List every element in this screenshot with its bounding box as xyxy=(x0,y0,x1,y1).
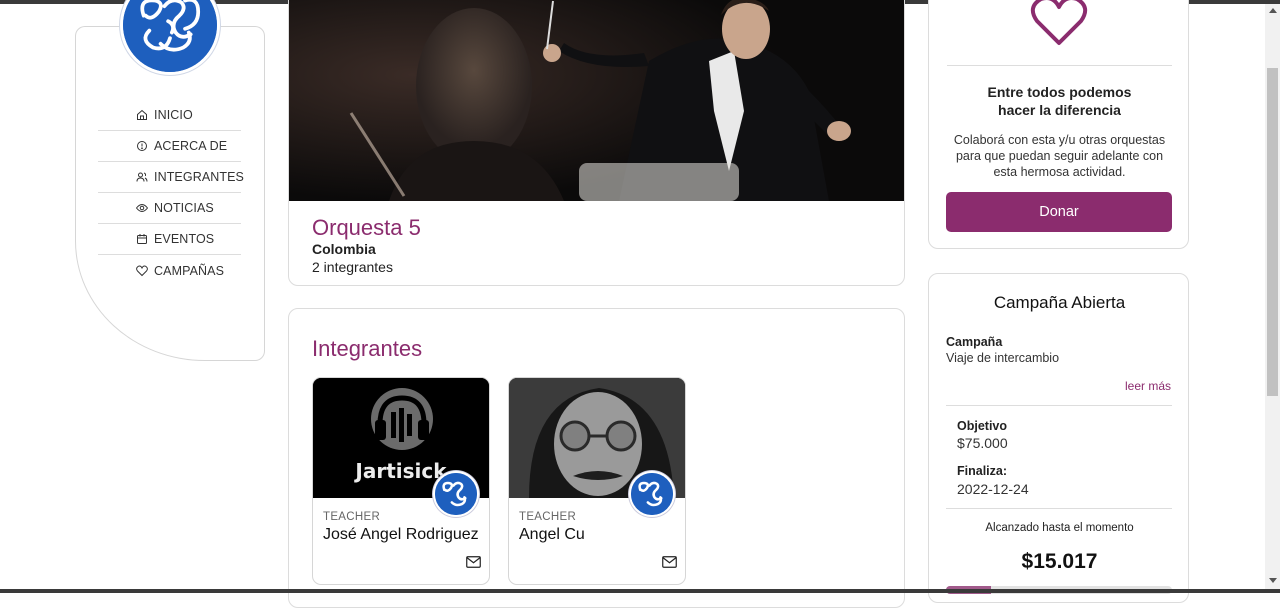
read-more-link[interactable]: leer más xyxy=(1125,379,1171,393)
member-card[interactable]: Jartisick TEACHER José Angel Rodriguez xyxy=(312,377,490,585)
campaign-title: Campaña Abierta xyxy=(993,293,1126,312)
member-name: Angel Cu xyxy=(519,526,585,543)
orchestra-badge-icon xyxy=(629,471,675,517)
mail-icon[interactable] xyxy=(466,556,481,568)
orchestra-hero-card: Orquesta 5 Colombia 2 integrantes xyxy=(288,0,905,286)
scroll-up-arrow-icon[interactable] xyxy=(1269,8,1277,13)
donate-heading: Entre todos podemos hacer la diferencia xyxy=(947,83,1172,119)
sidebar-item-integrantes[interactable]: INTEGRANTES xyxy=(98,162,244,193)
sidebar-item-label: NOTICIAS xyxy=(154,201,214,215)
member-photo-text: Jartisick xyxy=(353,459,447,483)
end-date-label: Finaliza: xyxy=(957,464,1008,478)
scroll-thumb[interactable] xyxy=(1267,68,1278,396)
sidebar-item-eventos[interactable]: EVENTOS xyxy=(98,224,241,255)
sidebar-item-inicio[interactable]: INICIO xyxy=(98,100,241,131)
orchestra-name: Orquesta 5 xyxy=(312,215,421,240)
window-bottom-bar xyxy=(0,589,1280,593)
heart-icon xyxy=(136,265,148,276)
donate-heading-line1: Entre todos podemos xyxy=(987,84,1132,100)
member-role: TEACHER xyxy=(323,511,381,523)
sidebar-nav: INICIO ACERCA DE INTEGRANTES NOTICIAS EV… xyxy=(98,100,244,286)
campaign-card: Campaña Abierta Campaña Viaje de interca… xyxy=(928,273,1189,603)
end-date-value: 2022-12-24 xyxy=(957,481,1029,497)
sidebar-item-label: ACERCA DE xyxy=(154,139,228,153)
sidebar-item-campanas[interactable]: CAMPAÑAS xyxy=(98,255,241,286)
calendar-icon xyxy=(137,234,147,244)
members-title: Integrantes xyxy=(312,336,423,361)
sidebar-item-label: INICIO xyxy=(154,108,193,122)
reached-value: $15.017 xyxy=(1021,550,1098,573)
members-section: Integrantes Jartisick TEACHER José Angel… xyxy=(288,308,905,608)
sidebar-item-label: CAMPAÑAS xyxy=(154,263,225,278)
heart-icon xyxy=(1030,0,1088,45)
member-name: José Angel Rodriguez xyxy=(323,526,479,543)
donate-button[interactable]: Donar xyxy=(946,192,1172,232)
reached-label: Alcanzado hasta el momento xyxy=(985,522,1134,534)
donate-heading-line2: hacer la diferencia xyxy=(998,102,1121,118)
orchestra-country: Colombia xyxy=(312,241,376,257)
divider xyxy=(947,65,1172,66)
goal-label: Objetivo xyxy=(957,419,1008,433)
member-role: TEACHER xyxy=(519,511,577,523)
users-icon xyxy=(136,172,148,182)
page-scrollbar[interactable] xyxy=(1265,4,1280,589)
member-card[interactable]: TEACHER Angel Cu xyxy=(508,377,686,585)
orchestra-members-count: 2 integrantes xyxy=(312,259,393,275)
divider xyxy=(946,508,1172,509)
sidebar-item-label: INTEGRANTES xyxy=(154,170,244,184)
orchestra-photo xyxy=(289,0,904,201)
orchestra-badge-icon xyxy=(433,471,479,517)
eye-icon xyxy=(136,204,148,212)
mail-icon[interactable] xyxy=(662,556,677,568)
campaign-label: Campaña xyxy=(946,335,1003,349)
divider xyxy=(946,405,1172,406)
sidebar-item-label: EVENTOS xyxy=(154,232,215,246)
home-icon xyxy=(137,109,147,120)
goal-value: $75.000 xyxy=(957,435,1008,451)
sidebar-item-noticias[interactable]: NOTICIAS xyxy=(98,193,241,224)
donate-description: Colaborá con esta y/u otras orquestas pa… xyxy=(953,133,1166,179)
campaign-name: Viaje de intercambio xyxy=(946,351,1060,365)
scroll-down-arrow-icon[interactable] xyxy=(1269,578,1277,583)
sidebar-item-acerca-de[interactable]: ACERCA DE xyxy=(98,131,241,162)
info-icon xyxy=(137,141,147,151)
donate-card: Entre todos podemos hacer la diferencia … xyxy=(928,0,1189,249)
